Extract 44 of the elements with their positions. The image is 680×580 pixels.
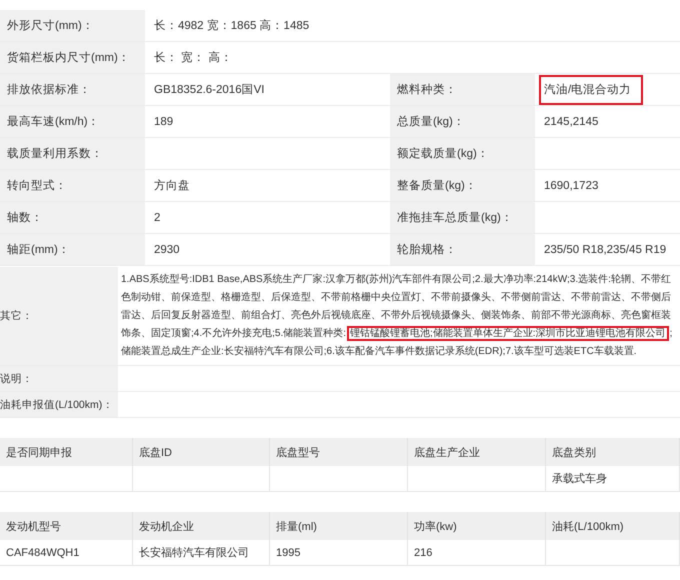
- field-label: 额定载质量(kg)：: [390, 138, 535, 169]
- column-header: 底盘类别: [546, 438, 680, 466]
- table-cell: CAF484WQH1: [0, 540, 133, 565]
- field-value: 189: [145, 106, 390, 137]
- field-label: 外形尺寸(mm)：: [0, 10, 145, 41]
- field-label: 准拖挂车总质量(kg)：: [390, 202, 535, 233]
- column-header: 底盘生产企业: [408, 438, 546, 466]
- column-header: 排量(ml): [270, 512, 408, 540]
- column-header: 底盘型号: [270, 438, 408, 466]
- column-header: 发动机企业: [133, 512, 270, 540]
- field-value: GB18352.6-2016国VI: [145, 74, 390, 105]
- field-label: 排放依据标准：: [0, 74, 145, 105]
- table-cell: 长安福特汽车有限公司: [133, 540, 270, 565]
- field-label: 最高车速(km/h)：: [0, 106, 145, 137]
- field-value: 235/50 R18,235/45 R19: [535, 234, 680, 265]
- field-value: 长： 宽： 高：: [145, 42, 680, 73]
- field-label: 油耗申报值(L/100km)：: [0, 392, 118, 417]
- column-header: 是否同期申报: [0, 438, 133, 466]
- field-value: 2145,2145: [535, 106, 680, 137]
- table-cell: 216: [408, 540, 546, 565]
- column-header: 底盘ID: [133, 438, 270, 466]
- column-header: 功率(kw): [408, 512, 546, 540]
- field-label: 载质量利用系数：: [0, 138, 145, 169]
- field-label: 轴距(mm)：: [0, 234, 145, 265]
- field-value: 汽油/电混合动力: [535, 74, 680, 105]
- field-label: 转向型式：: [0, 170, 145, 201]
- field-label: 货箱栏板内尺寸(mm)：: [0, 42, 145, 73]
- field-label: 总质量(kg)：: [390, 106, 535, 137]
- notes-text: 1.ABS系统型号:IDB1 Base,ABS系统生产厂家:汉拿万都(苏州)汽车部件有限公司;2.最大净功率:214kW;3.选装件:轮辋、不带红色制动钳、前保造型、格栅造型、后保造型、不带前格栅中央位置灯、不带前摄像头、不带侧前雷达、不带前雷达、不带侧后雷达、后回复反射器造型、前组合灯、亮色外后视镜底座、不带外后视镜摄像头、侧装饰条、前部不带光源商标、亮色窗框装饰条、固定顶窗;4.不允许外接充电;5.储能装置种类: 锂钴锰酸锂蓄电池;储能装置单体生产企业:深圳市比亚迪锂电池有限公司 ;储能装置总成生产企业:长安福特汽车有限公司;6.该车配备汽车事件数据记录系统(EDR);7.该车型可选装ETC车载装置.: [118, 267, 680, 365]
- table-cell: 承载式车身: [546, 466, 680, 491]
- column-header: 发动机型号: [0, 512, 133, 540]
- field-label: 轴数：: [0, 202, 145, 233]
- field-value: 长：4982 宽：1865 高：1485: [145, 10, 680, 41]
- table-cell: 1995: [270, 540, 408, 565]
- field-label: 说明：: [0, 366, 118, 391]
- field-label: 燃料种类：: [390, 74, 535, 105]
- field-label: 整备质量(kg)：: [390, 170, 535, 201]
- field-label: 轮胎规格：: [390, 234, 535, 265]
- field-value: 1690,1723: [535, 170, 680, 201]
- field-value: 2: [145, 202, 390, 233]
- field-value: 方向盘: [145, 170, 390, 201]
- field-label: 其它：: [0, 267, 118, 365]
- column-header: 油耗(L/100km): [546, 512, 680, 540]
- field-value: 2930: [145, 234, 390, 265]
